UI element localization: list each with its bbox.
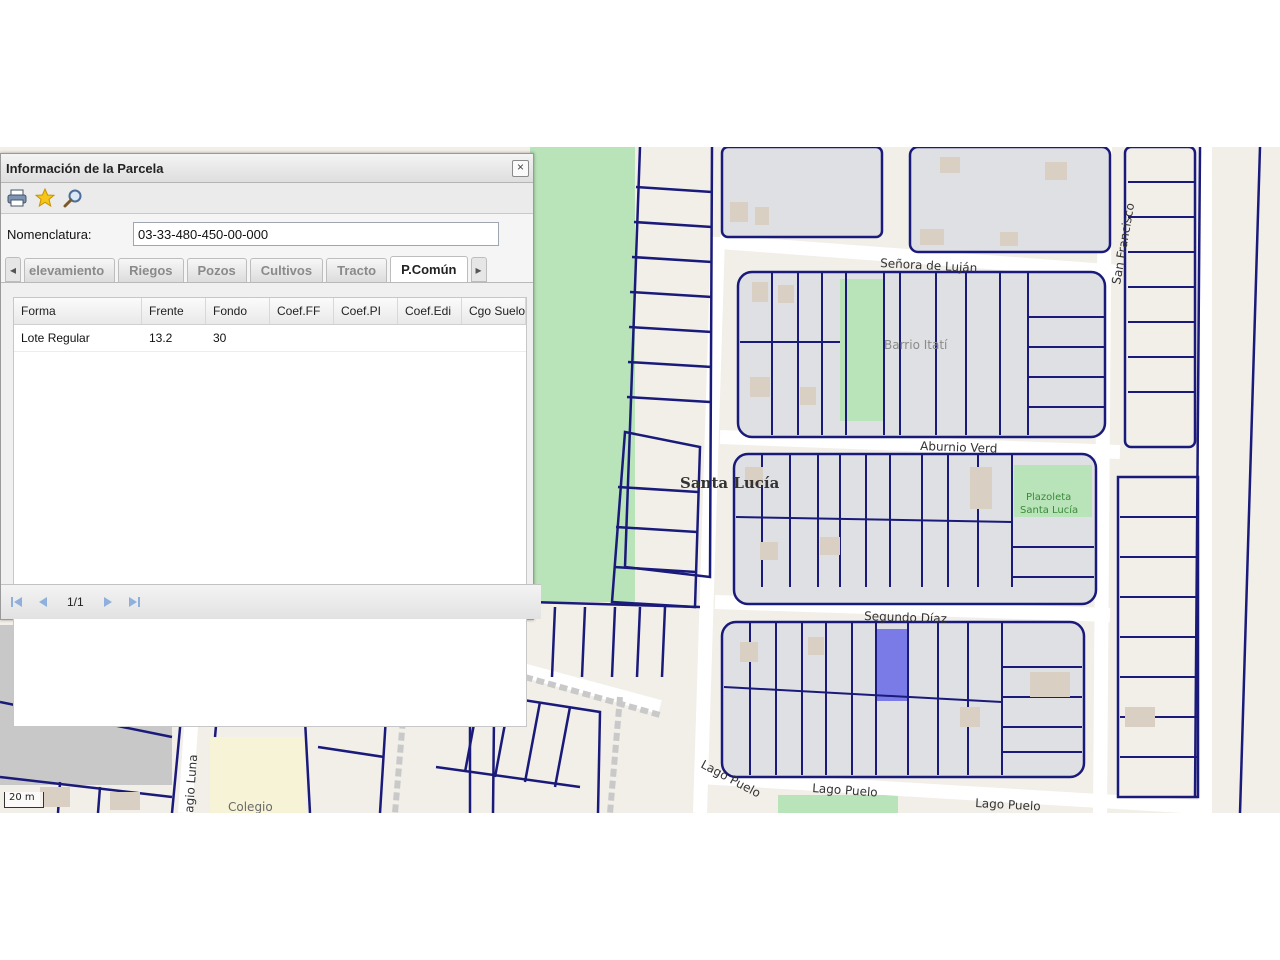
label-ragio-luna: agio Luna (182, 754, 200, 813)
column-header[interactable]: Fondo (206, 298, 270, 324)
column-header[interactable]: Cgo Suelo (462, 298, 526, 324)
tab-relevamiento[interactable]: elevamiento (24, 258, 116, 282)
green-area (778, 795, 898, 813)
label-aburnio-verd: Aburnio Verd (920, 439, 998, 456)
print-icon[interactable] (6, 187, 28, 209)
search-icon[interactable] (62, 187, 84, 209)
label-santa-lucia: Santa Lucía (680, 474, 780, 492)
next-page-icon[interactable] (100, 594, 116, 610)
nomenclatura-field[interactable] (133, 222, 499, 246)
last-page-icon[interactable] (126, 594, 142, 610)
column-header[interactable]: Coef.Edi (398, 298, 462, 324)
window-title: Información de la Parcela (6, 160, 164, 176)
label-segundo-diaz: Segundo Díaz (864, 609, 947, 626)
label-plazoleta-santa-lucia: Santa Lucía (1020, 504, 1078, 516)
label-lago-puelo: Lago Puelo (975, 796, 1041, 813)
page-indicator: 1/1 (67, 595, 84, 609)
close-button[interactable]: × (512, 159, 529, 177)
green-area (530, 147, 635, 602)
tab-riegos[interactable]: Riegos (118, 258, 184, 282)
table-row[interactable]: Lote Regular 13.2 30 (14, 325, 526, 352)
tab-tracto[interactable]: Tracto (326, 258, 388, 282)
column-header[interactable]: Coef.FF (270, 298, 334, 324)
tab-pozos[interactable]: Pozos (186, 258, 247, 282)
column-header[interactable]: Frente (142, 298, 206, 324)
block-aburnio (732, 452, 1098, 606)
toolbar (1, 183, 533, 214)
nomenclatura-row: Nomenclatura: (1, 214, 533, 254)
block (720, 147, 884, 239)
grid-header: Forma Frente Fondo Coef.FF Coef.PI Coef.… (14, 298, 526, 325)
window-header[interactable]: Información de la Parcela × (1, 154, 533, 183)
cell-fondo: 30 (213, 331, 227, 345)
cell-coef-edi (398, 325, 462, 351)
tab-cultivos[interactable]: Cultivos (249, 258, 324, 282)
tab-scroll-left-icon[interactable]: ◂ (5, 257, 21, 282)
scale-bar: 20 m (4, 792, 44, 808)
first-page-icon[interactable] (9, 594, 25, 610)
tab-p-comun[interactable]: P.Común (390, 256, 468, 282)
nomenclatura-label: Nomenclatura: (7, 226, 92, 242)
cell-cgo-suelo (462, 325, 526, 351)
star-icon[interactable] (34, 187, 56, 209)
prev-page-icon[interactable] (35, 594, 51, 610)
label-barrio-itati: Barrio Itatí (884, 338, 948, 352)
cell-forma: Lote Regular (21, 331, 90, 345)
label-plazoleta: Plazoleta (1026, 492, 1071, 503)
data-grid: Forma Frente Fondo Coef.FF Coef.PI Coef.… (13, 297, 527, 727)
label-san-francisco: San Francisco (1109, 202, 1137, 286)
cell-frente: 13.2 (149, 331, 173, 345)
cell-coef-pi (334, 325, 398, 351)
column-header[interactable]: Coef.PI (334, 298, 398, 324)
tab-scroll-right-icon[interactable]: ▸ (470, 257, 487, 282)
column-header[interactable]: Forma (14, 298, 142, 324)
pagination-bar: 1/1 (1, 584, 541, 619)
parcel-info-window[interactable]: Información de la Parcela × Nomenclatura… (0, 153, 541, 727)
tab-bar: ◂ elevamiento Riegos Pozos Cultivos Trac… (1, 254, 533, 283)
block-segundo-diaz (720, 620, 1086, 779)
cell-coef-ff (270, 325, 334, 351)
label-colegio: Colegio (228, 800, 273, 813)
selected-parcel[interactable] (876, 629, 908, 701)
